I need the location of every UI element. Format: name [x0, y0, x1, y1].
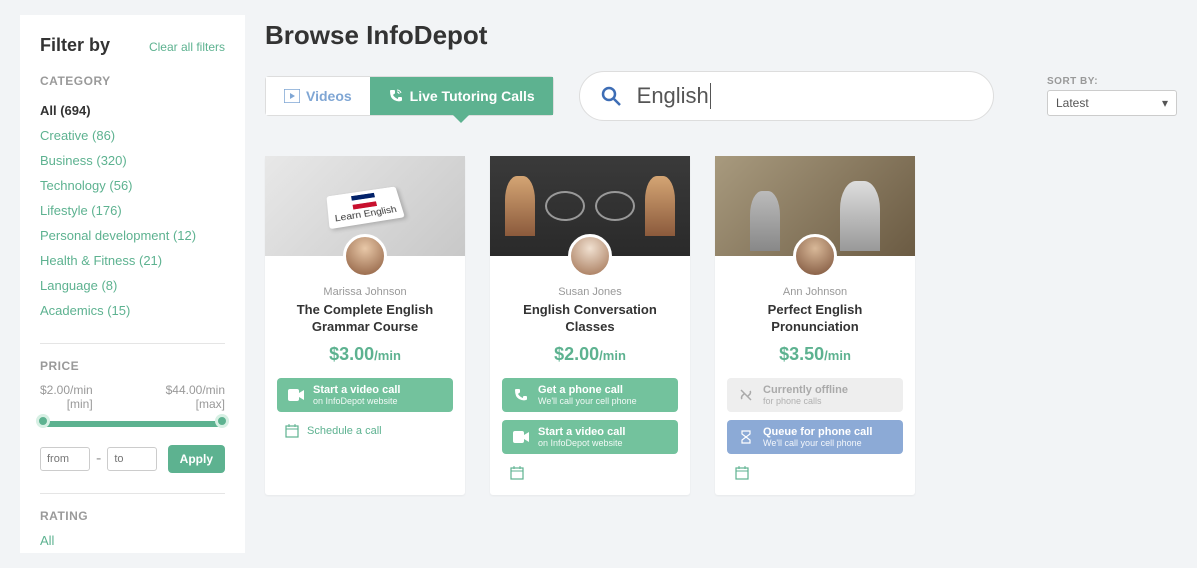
course-title: English Conversation Classes — [502, 302, 678, 336]
action-title: Start a video call — [313, 384, 400, 396]
search-input[interactable]: English — [637, 83, 711, 109]
price-dash: - — [96, 450, 101, 468]
action-sub: We'll call your cell phone — [763, 438, 872, 448]
main-content: Browse InfoDepot Videos Live Tutoring Ca… — [265, 15, 1177, 553]
category-header: CATEGORY — [40, 74, 225, 88]
price-min-sub: [min] — [40, 397, 93, 411]
slider-handle-max[interactable] — [215, 414, 229, 428]
sort-select[interactable]: Latest ▾ — [1047, 90, 1177, 116]
course-card[interactable]: Learn English Marissa Johnson The Comple… — [265, 156, 465, 495]
course-cards: Learn English Marissa Johnson The Comple… — [265, 156, 1177, 495]
instructor-avatar — [568, 234, 612, 278]
category-item-academics[interactable]: Academics (15) — [40, 298, 225, 323]
phone-icon — [512, 387, 530, 403]
price-header: PRICE — [40, 359, 225, 373]
category-item-lifestyle[interactable]: Lifestyle (176) — [40, 198, 225, 223]
course-card[interactable]: Ann Johnson Perfect English Pronunciatio… — [715, 156, 915, 495]
toolbar: Videos Live Tutoring Calls English SORT … — [265, 71, 1177, 121]
video-icon — [512, 431, 530, 443]
sort-label: SORT BY: — [1047, 76, 1177, 87]
course-card[interactable]: Susan Jones English Conversation Classes… — [490, 156, 690, 495]
flag-icon — [351, 192, 377, 209]
action-title: Queue for phone call — [763, 426, 872, 438]
course-title: Perfect English Pronunciation — [727, 302, 903, 336]
category-item-business[interactable]: Business (320) — [40, 148, 225, 173]
divider — [40, 343, 225, 344]
video-icon — [284, 89, 300, 103]
search-box[interactable]: English — [579, 71, 994, 121]
slider-handle-min[interactable] — [36, 414, 50, 428]
calendar-icon — [285, 424, 299, 438]
action-title: Start a video call — [538, 426, 625, 438]
offline-icon — [737, 388, 755, 402]
action-title: Get a phone call — [538, 384, 637, 396]
sort-value: Latest — [1056, 96, 1089, 110]
search-icon — [600, 85, 622, 107]
action-sub: on InfoDepot website — [538, 438, 625, 448]
price-from-input[interactable] — [40, 447, 90, 471]
start-video-call-button[interactable]: Start a video call on InfoDepot website — [277, 378, 453, 412]
queue-phone-call-button[interactable]: Queue for phone call We'll call your cel… — [727, 420, 903, 454]
get-phone-call-button[interactable]: Get a phone call We'll call your cell ph… — [502, 378, 678, 412]
tab-videos-label: Videos — [306, 88, 352, 104]
rating-header: RATING — [40, 509, 225, 523]
action-sub: on InfoDepot website — [313, 396, 400, 406]
start-video-call-button[interactable]: Start a video call on InfoDepot website — [502, 420, 678, 454]
content-tabs: Videos Live Tutoring Calls — [265, 76, 554, 116]
clear-filters-link[interactable]: Clear all filters — [149, 40, 225, 54]
price-labels: $2.00/min [min] $44.00/min [max] — [40, 383, 225, 411]
tab-tutoring-label: Live Tutoring Calls — [410, 88, 535, 104]
instructor-avatar — [793, 234, 837, 278]
price-min-label: $2.00/min — [40, 383, 93, 397]
schedule-call-icon[interactable] — [735, 466, 915, 480]
schedule-label: Schedule a call — [307, 425, 382, 437]
filter-sidebar: Filter by Clear all filters CATEGORY All… — [20, 15, 245, 553]
apply-button[interactable]: Apply — [168, 445, 225, 473]
instructor-name: Ann Johnson — [727, 286, 903, 298]
action-title: Currently offline — [763, 384, 848, 396]
action-sub: We'll call your cell phone — [538, 396, 637, 406]
price-slider[interactable] — [40, 421, 225, 427]
tab-tutoring[interactable]: Live Tutoring Calls — [370, 77, 553, 115]
video-icon — [287, 389, 305, 401]
tab-videos[interactable]: Videos — [266, 77, 370, 115]
category-item-creative[interactable]: Creative (86) — [40, 123, 225, 148]
price-to-input[interactable] — [107, 447, 157, 471]
phone-icon — [388, 88, 404, 104]
action-sub: for phone calls — [763, 396, 848, 406]
page-title: Browse InfoDepot — [265, 20, 1177, 51]
instructor-name: Marissa Johnson — [277, 286, 453, 298]
category-item-personal[interactable]: Personal development (12) — [40, 223, 225, 248]
course-price: $2.00/min — [502, 344, 678, 365]
hourglass-icon — [737, 430, 755, 444]
category-item-health[interactable]: Health & Fitness (21) — [40, 248, 225, 273]
category-list: All (694) Creative (86) Business (320) T… — [40, 98, 225, 323]
filter-title: Filter by — [40, 35, 110, 56]
chevron-down-icon: ▾ — [1162, 96, 1168, 110]
schedule-call-icon[interactable] — [510, 466, 690, 480]
course-title: The Complete English Grammar Course — [277, 302, 453, 336]
price-max-sub: [max] — [166, 397, 225, 411]
course-price: $3.50/min — [727, 344, 903, 365]
course-price: $3.00/min — [277, 344, 453, 365]
category-item-all[interactable]: All (694) — [40, 98, 225, 123]
instructor-avatar — [343, 234, 387, 278]
offline-button: Currently offline for phone calls — [727, 378, 903, 412]
instructor-name: Susan Jones — [502, 286, 678, 298]
category-item-technology[interactable]: Technology (56) — [40, 173, 225, 198]
rating-all[interactable]: All — [40, 533, 225, 548]
price-max-label: $44.00/min — [166, 383, 225, 397]
divider — [40, 493, 225, 494]
schedule-call-link[interactable]: Schedule a call — [285, 424, 453, 438]
category-item-language[interactable]: Language (8) — [40, 273, 225, 298]
